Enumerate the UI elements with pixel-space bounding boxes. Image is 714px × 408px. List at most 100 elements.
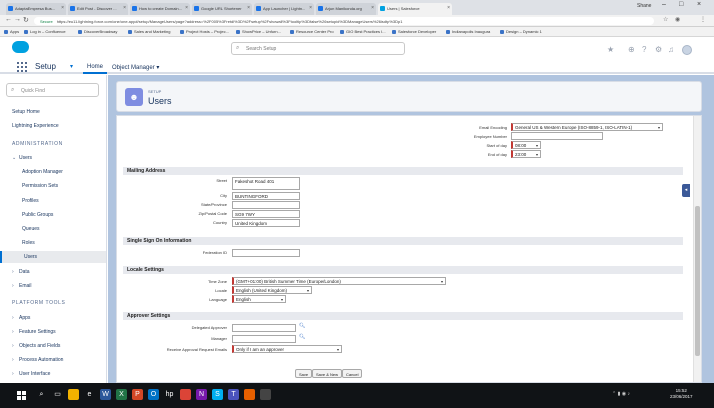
- scrollbar-thumb[interactable]: [695, 206, 700, 356]
- sidebar-item-adoption-manager[interactable]: Adoption Manager: [0, 166, 106, 178]
- close-tab-icon[interactable]: ×: [371, 5, 374, 11]
- file-explorer-icon[interactable]: [68, 389, 79, 400]
- cancel-button[interactable]: Cancel: [342, 369, 363, 378]
- zip-field[interactable]: SG9 7WY: [232, 210, 300, 218]
- salesforce-logo[interactable]: [12, 41, 29, 53]
- skype-icon[interactable]: S: [212, 389, 223, 400]
- app-icon[interactable]: [260, 389, 271, 400]
- email-encoding-select[interactable]: General US & Western Europe (ISO-8859-1,…: [511, 123, 663, 131]
- powerpoint-icon[interactable]: P: [132, 389, 143, 400]
- bookmark-item[interactable]: Apps: [4, 29, 19, 34]
- sidebar-item-user-interface[interactable]: › User Interface: [0, 368, 106, 380]
- help-icon[interactable]: ?: [642, 45, 646, 54]
- word-icon[interactable]: W: [100, 389, 111, 400]
- start-of-day-select[interactable]: 08:00 ▾: [511, 141, 541, 149]
- save-and-new-button[interactable]: Save & New: [312, 369, 343, 378]
- system-tray-icons[interactable]: ⌃ ▮ ◉ ♪: [612, 391, 630, 397]
- sidebar-item-permission-sets[interactable]: Permission Sets: [0, 180, 106, 192]
- star-icon[interactable]: ☆: [663, 16, 668, 23]
- chevron-down-icon[interactable]: ▾: [70, 63, 73, 70]
- sidebar-item-process-automation[interactable]: › Process Automation: [0, 354, 106, 366]
- global-search-input[interactable]: ⌕ Search Setup: [231, 42, 405, 55]
- sidebar-item-users-group[interactable]: ⌄ Users: [0, 152, 106, 164]
- url-field[interactable]: Secure https://eu11.lightning.force.com/o…: [34, 17, 654, 25]
- close-tab-icon[interactable]: ×: [185, 5, 188, 11]
- tab-object-manager[interactable]: Object Manager ▾: [112, 64, 159, 71]
- menu-dots-icon[interactable]: ⋮: [700, 16, 706, 23]
- window-close-icon[interactable]: ×: [697, 1, 701, 8]
- search-icon[interactable]: ⌕: [36, 389, 47, 400]
- task-view-icon[interactable]: ▭: [52, 389, 63, 400]
- tab-home[interactable]: Home: [83, 61, 108, 74]
- maximize-icon[interactable]: □: [679, 1, 683, 8]
- avatar[interactable]: [682, 45, 692, 55]
- browser-profile-chip[interactable]: Shane: [637, 3, 651, 9]
- bookmark-item[interactable]: Design – Dynamic 1: [500, 29, 542, 34]
- notifications-icon[interactable]: ♫: [668, 45, 674, 54]
- state-field[interactable]: [232, 201, 300, 209]
- browser-tab-active[interactable]: Users | Salesforce ×: [378, 3, 452, 15]
- sidebar-item-email[interactable]: › Email: [0, 280, 106, 292]
- employee-number-field[interactable]: [511, 132, 603, 140]
- timezone-select[interactable]: (GMT+01:00) British Summer Time (Europe/…: [232, 277, 446, 285]
- chrome-icon[interactable]: [180, 389, 191, 400]
- windows-start-icon[interactable]: [17, 391, 26, 400]
- save-button[interactable]: Save: [295, 369, 313, 378]
- bookmark-item[interactable]: Log in – Confluence: [24, 29, 66, 34]
- locale-select[interactable]: English (United Kingdom) ▾: [232, 286, 312, 294]
- sidebar-item-queues[interactable]: Queues: [0, 223, 106, 235]
- onenote-icon[interactable]: N: [196, 389, 207, 400]
- extension-icon[interactable]: ◉: [675, 16, 680, 23]
- bookmark-item[interactable]: Resource Center Pro: [290, 29, 334, 34]
- firefox-icon[interactable]: [244, 389, 255, 400]
- bookmark-item[interactable]: Project Hosts – Projec...: [180, 29, 229, 34]
- quick-find-input[interactable]: ⌕ Quick Find: [6, 83, 99, 97]
- close-tab-icon[interactable]: ×: [123, 5, 126, 11]
- bookmark-item[interactable]: GIO Best Practices I...: [340, 29, 386, 34]
- sidebar-item-profiles[interactable]: Profiles: [0, 195, 106, 207]
- bookmark-item[interactable]: Salesforce Developer: [392, 29, 436, 34]
- gear-icon[interactable]: ⚙: [655, 45, 662, 54]
- app-launcher-icon[interactable]: [17, 62, 27, 72]
- bookmark-item[interactable]: DiscoverBroadway: [78, 29, 117, 34]
- country-field[interactable]: United Kingdom: [232, 219, 300, 227]
- lookup-icon[interactable]: 🔍︎: [299, 334, 305, 340]
- forward-icon[interactable]: →: [14, 16, 21, 23]
- sidebar-item-apps[interactable]: › Apps: [0, 312, 106, 324]
- delegated-approver-field[interactable]: [232, 324, 296, 332]
- bookmark-item[interactable]: Sales and Marketing: [128, 29, 170, 34]
- browser-tab[interactable]: Edit Post - Discover ... ×: [68, 3, 128, 15]
- back-icon[interactable]: ←: [5, 16, 12, 23]
- approval-emails-select[interactable]: Only if I am an approver ▾: [232, 345, 342, 353]
- outlook-icon[interactable]: O: [148, 389, 159, 400]
- browser-tab[interactable]: Arjun Manikonda.org ×: [316, 3, 376, 15]
- reload-icon[interactable]: ↻: [23, 16, 29, 24]
- minimize-icon[interactable]: –: [662, 1, 666, 8]
- end-of-day-select[interactable]: 23:00 ▾: [511, 150, 541, 158]
- manager-field[interactable]: [232, 335, 296, 343]
- sidebar-item-objects-and-fields[interactable]: › Objects and Fields: [0, 340, 106, 352]
- edge-icon[interactable]: e: [84, 389, 95, 400]
- favorites-icon[interactable]: ★: [607, 45, 614, 54]
- teams-icon[interactable]: T: [228, 389, 239, 400]
- add-icon[interactable]: ⊕: [628, 45, 635, 54]
- sidebar-item-feature-settings[interactable]: › Feature Settings: [0, 326, 106, 338]
- street-field[interactable]: Fakeshot Road 401: [232, 177, 300, 190]
- browser-tab[interactable]: App Launcher | Lightn... ×: [254, 3, 314, 15]
- city-field[interactable]: BUNTINGFORD: [232, 192, 300, 200]
- panel-collapse-icon[interactable]: ◂: [682, 184, 690, 197]
- sidebar-item-data[interactable]: › Data: [0, 266, 106, 278]
- browser-tab[interactable]: Google URL Shortener ×: [192, 3, 252, 15]
- close-tab-icon[interactable]: ×: [247, 5, 250, 11]
- excel-icon[interactable]: X: [116, 389, 127, 400]
- taskbar-clock[interactable]: 15:52 23/06/2017: [670, 388, 693, 400]
- sidebar-item-lightning-experience[interactable]: Lightning Experience: [0, 120, 106, 132]
- close-tab-icon[interactable]: ×: [447, 5, 450, 11]
- sidebar-item-public-groups[interactable]: Public Groups: [0, 209, 106, 221]
- bookmark-item[interactable]: Indianapolis Inaugura: [446, 29, 490, 34]
- sidebar-item-roles[interactable]: Roles: [0, 237, 106, 249]
- federation-id-field[interactable]: [232, 249, 300, 257]
- browser-tab[interactable]: AdaptaEmpresa Bus... ×: [6, 3, 66, 15]
- sidebar-item-setup-home[interactable]: Setup Home: [0, 106, 106, 118]
- browser-tab[interactable]: How to create Domain... ×: [130, 3, 190, 15]
